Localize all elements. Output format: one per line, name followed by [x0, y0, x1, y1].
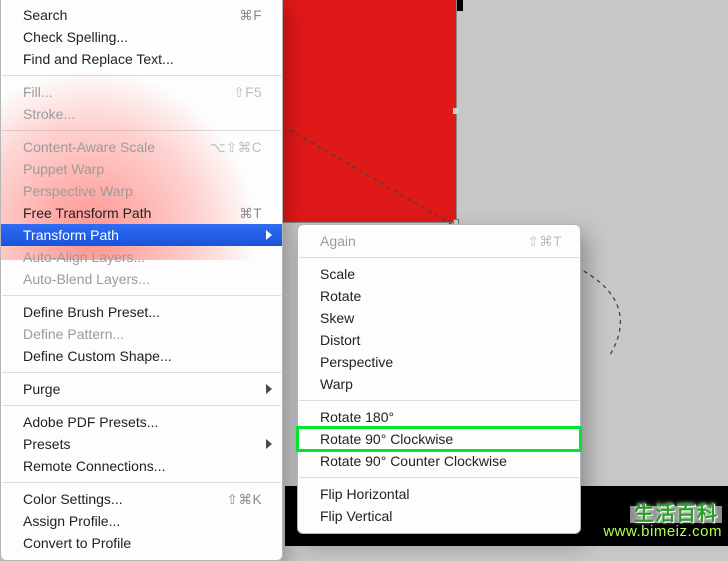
menu-item-label: Rotate 90° Counter Clockwise [320, 452, 562, 471]
edit-menu-item-content-aware-scale: Content-Aware Scale⌥⇧⌘C [1, 136, 282, 158]
menu-item-label: Adobe PDF Presets... [23, 413, 262, 432]
edit-menu-item-define-pattern: Define Pattern... [1, 323, 282, 345]
transform-submenu-item-flip-horizontal[interactable]: Flip Horizontal [298, 483, 580, 505]
edit-menu-item-convert-to-profile[interactable]: Convert to Profile [1, 532, 282, 554]
menu-item-label: Check Spelling... [23, 28, 262, 47]
submenu-arrow-icon [266, 439, 272, 449]
menu-item-label: Search [23, 6, 239, 25]
menu-item-label: Auto-Blend Layers... [23, 270, 262, 289]
submenu-arrow-icon [266, 230, 272, 240]
menu-item-label: Flip Vertical [320, 507, 562, 526]
menu-item-label: Skew [320, 309, 562, 328]
edit-menu-separator [2, 482, 281, 483]
menu-item-label: Content-Aware Scale [23, 138, 210, 157]
transform-submenu-item-warp[interactable]: Warp [298, 373, 580, 395]
canvas-red-shape [278, 0, 456, 222]
menu-item-shortcut: ⇧⌘K [227, 490, 262, 509]
menu-item-label: Flip Horizontal [320, 485, 562, 504]
menu-item-label: Assign Profile... [23, 512, 262, 531]
edit-menu-item-fill: Fill...⇧F5 [1, 81, 282, 103]
transform-submenu-separator [299, 477, 579, 478]
menu-item-label: Remote Connections... [23, 457, 262, 476]
edit-menu-item-auto-blend-layers: Auto-Blend Layers... [1, 268, 282, 290]
edit-menu-item-remote-connections[interactable]: Remote Connections... [1, 455, 282, 477]
menu-item-label: Convert to Profile [23, 534, 262, 553]
edit-menu-item-search[interactable]: Search⌘F [1, 4, 282, 26]
menu-item-label: Free Transform Path [23, 204, 239, 223]
menu-item-label: Fill... [23, 83, 233, 102]
menu-item-label: Presets [23, 435, 262, 454]
edit-menu-separator [2, 295, 281, 296]
transform-submenu-item-again: Again⇧⌘T [298, 230, 580, 252]
menu-item-label: Define Pattern... [23, 325, 262, 344]
transform-submenu-item-rotate-180[interactable]: Rotate 180° [298, 406, 580, 428]
menu-item-label: Again [320, 232, 527, 251]
menu-item-label: Auto-Align Layers... [23, 248, 262, 267]
menu-item-label: Define Custom Shape... [23, 347, 262, 366]
menu-item-label: Puppet Warp [23, 160, 262, 179]
transform-submenu-item-distort[interactable]: Distort [298, 329, 580, 351]
menu-item-label: Scale [320, 265, 562, 284]
transform-submenu-item-skew[interactable]: Skew [298, 307, 580, 329]
menu-item-label: Rotate [320, 287, 562, 306]
edit-menu-item-auto-align-layers: Auto-Align Layers... [1, 246, 282, 268]
edit-menu-separator [2, 372, 281, 373]
edit-menu-item-color-settings[interactable]: Color Settings...⇧⌘K [1, 488, 282, 510]
edit-menu-item-find-and-replace-text[interactable]: Find and Replace Text... [1, 48, 282, 70]
transform-submenu-item-scale[interactable]: Scale [298, 263, 580, 285]
menu-item-shortcut: ⇧F5 [233, 83, 262, 102]
edit-menu-item-define-brush-preset[interactable]: Define Brush Preset... [1, 301, 282, 323]
transform-submenu-item-rotate-90-counter-clockwise[interactable]: Rotate 90° Counter Clockwise [298, 450, 580, 472]
edit-menu-item-free-transform-path[interactable]: Free Transform Path⌘T [1, 202, 282, 224]
menu-item-label: Warp [320, 375, 562, 394]
edit-menu-item-puppet-warp: Puppet Warp [1, 158, 282, 180]
edit-menu-item-transform-path[interactable]: Transform Path [1, 224, 282, 246]
menu-item-label: Rotate 180° [320, 408, 562, 427]
menu-item-shortcut: ⌘T [239, 204, 262, 223]
menu-item-label: Purge [23, 380, 262, 399]
menu-item-label: Define Brush Preset... [23, 303, 262, 322]
edit-menu-dropdown[interactable]: Search⌘F Check Spelling... Find and Replac… [0, 0, 283, 561]
edit-menu-item-stroke: Stroke... [1, 103, 282, 125]
edit-menu-separator [2, 130, 281, 131]
transform-submenu-item-flip-vertical[interactable]: Flip Vertical [298, 505, 580, 527]
menu-item-label: Rotate 90° Clockwise [320, 430, 562, 449]
edit-menu-item-adobe-pdf-presets[interactable]: Adobe PDF Presets... [1, 411, 282, 433]
menu-item-shortcut: ⌘F [239, 6, 262, 25]
transform-submenu-separator [299, 400, 579, 401]
edit-menu-item-define-custom-shape[interactable]: Define Custom Shape... [1, 345, 282, 367]
menu-item-label: Find and Replace Text... [23, 50, 262, 69]
menu-item-shortcut: ⇧⌘T [527, 232, 562, 251]
menu-item-label: Perspective Warp [23, 182, 262, 201]
menu-item-label: Transform Path [23, 226, 262, 245]
edit-menu-item-check-spelling[interactable]: Check Spelling... [1, 26, 282, 48]
edit-menu-separator [2, 405, 281, 406]
submenu-arrow-icon [266, 384, 272, 394]
transform-path-submenu[interactable]: Again⇧⌘T Scale Rotate Skew Distort Perspectiv… [297, 224, 581, 534]
edit-menu-item-perspective-warp: Perspective Warp [1, 180, 282, 202]
transform-submenu-item-rotate[interactable]: Rotate [298, 285, 580, 307]
menu-item-label: Distort [320, 331, 562, 350]
menu-item-label: Stroke... [23, 105, 262, 124]
transform-submenu-item-perspective[interactable]: Perspective [298, 351, 580, 373]
edit-menu-item-purge[interactable]: Purge [1, 378, 282, 400]
menu-item-label: Perspective [320, 353, 562, 372]
menu-item-label: Color Settings... [23, 490, 227, 509]
transform-submenu-separator [299, 257, 579, 258]
transform-submenu-item-rotate-90-clockwise[interactable]: Rotate 90° Clockwise [298, 428, 580, 450]
edit-menu-separator [2, 75, 281, 76]
menu-item-shortcut: ⌥⇧⌘C [210, 138, 262, 157]
edit-menu-item-presets[interactable]: Presets [1, 433, 282, 455]
edit-menu-item-assign-profile[interactable]: Assign Profile... [1, 510, 282, 532]
